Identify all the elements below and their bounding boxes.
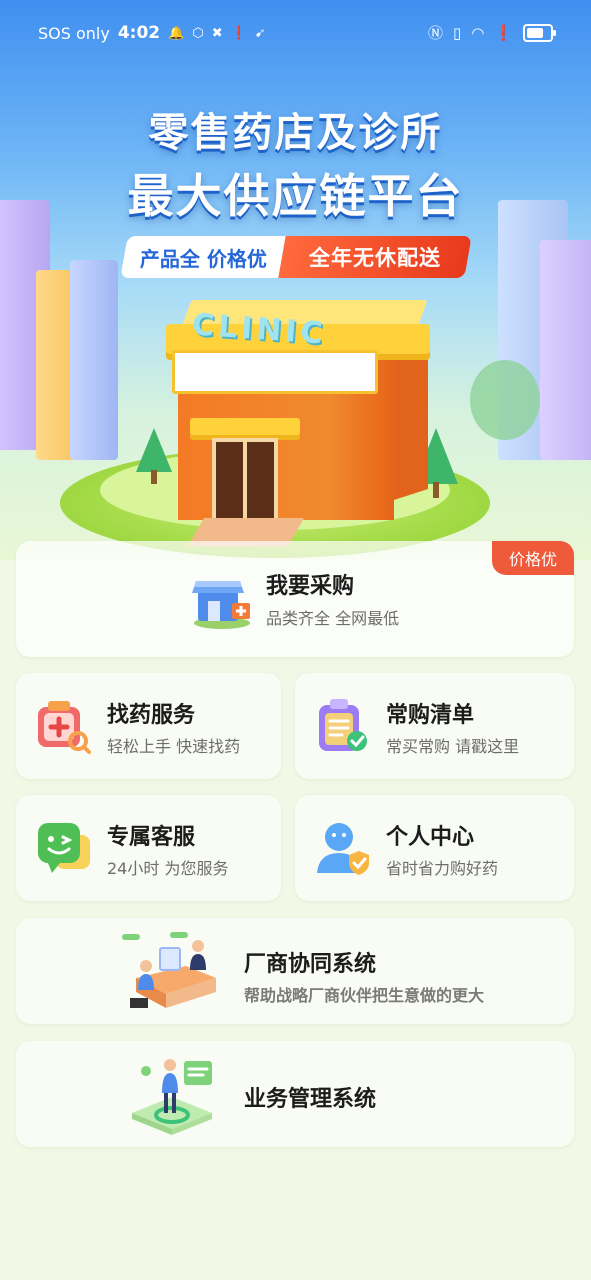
tree-left-trunk xyxy=(151,470,157,484)
chat-icon xyxy=(34,819,94,881)
clinic-sign-board xyxy=(172,350,378,394)
clinic-awning xyxy=(190,418,300,440)
alert-icon: ❗ xyxy=(230,25,247,41)
store-icon xyxy=(192,573,250,629)
user-icon xyxy=(315,819,373,881)
alert-icon-right: ❗ xyxy=(494,23,513,42)
vibrate-icon: ▯ xyxy=(452,23,462,42)
grid-card-customer-service[interactable]: 专属客服 24小时 为您服务 xyxy=(16,795,281,901)
business-title: 业务管理系统 xyxy=(244,1087,377,1112)
wifi-icon: ◠ xyxy=(471,23,485,42)
shield-icon: ⬡ xyxy=(192,25,204,41)
purchase-title: 我要采购 xyxy=(266,574,355,599)
building-right-2 xyxy=(540,240,591,460)
checklist-icon xyxy=(315,697,371,759)
business-manager-icon xyxy=(126,1053,220,1143)
hero-title-line2: 最大供应链平台 xyxy=(127,169,464,223)
grid-card-frequent-list[interactable]: 常购清单 常买常购 请戳这里 xyxy=(295,673,574,779)
bird-icon: ➹ xyxy=(254,25,266,41)
bell-icon: 🔔 xyxy=(168,25,185,41)
hero-tagline: 产品全 价格优 全年无休配送 xyxy=(120,236,472,278)
clock: 4:02 xyxy=(117,23,161,43)
manufacturer-subtitle: 帮助战略厂商伙伴把生意做的更大 xyxy=(244,986,485,1005)
grid-title-3: 专属客服 xyxy=(107,825,196,850)
office-desk-icon xyxy=(116,928,220,1020)
battery-icon xyxy=(523,23,556,42)
manufacturer-system-card[interactable]: 厂商协同系统 帮助战略厂商伙伴把生意做的更大 xyxy=(16,918,574,1024)
nfc-icon: Ⓝ xyxy=(427,24,443,42)
tag-delivery: 全年无休配送 xyxy=(309,246,442,270)
tree-left-icon xyxy=(136,428,172,472)
grid-subtitle-3: 24小时 为您服务 xyxy=(107,859,229,878)
price-badge: 价格优 xyxy=(492,541,574,575)
bush-right xyxy=(470,360,540,440)
status-bar: SOS only 4:02 🔔 ⬡ ✖ ❗ ➹ Ⓝ ▯ ◠ ❗ xyxy=(0,0,591,66)
grid-title-2: 常购清单 xyxy=(386,703,475,728)
grid-subtitle-1: 轻松上手 快速找药 xyxy=(107,737,241,756)
purchase-card[interactable]: 价格优 我要采购 品类齐全 全网最低 xyxy=(16,541,574,657)
grid-title-4: 个人中心 xyxy=(386,825,475,850)
grid-card-find-medicine[interactable]: 找药服务 轻松上手 快速找药 xyxy=(16,673,281,779)
grid-card-personal-center[interactable]: 个人中心 省时省力购好药 xyxy=(295,795,574,901)
business-system-card[interactable]: 业务管理系统 xyxy=(16,1041,574,1147)
clinic-door xyxy=(212,438,278,522)
tag-product-price: 产品全 价格优 xyxy=(139,246,267,271)
grid-subtitle-4: 省时省力购好药 xyxy=(386,859,499,878)
building-left-3 xyxy=(70,260,118,460)
vpn-icon: ✖ xyxy=(211,25,223,41)
hero-title-line1: 零售药店及诊所 xyxy=(148,110,443,156)
tree-right-trunk xyxy=(433,482,439,498)
grid-title-1: 找药服务 xyxy=(107,703,196,728)
purchase-subtitle: 品类齐全 全网最低 xyxy=(266,609,400,628)
grid-subtitle-2: 常买常购 请戳这里 xyxy=(386,737,520,756)
carrier-text: SOS only xyxy=(38,23,110,43)
manufacturer-title: 厂商协同系统 xyxy=(244,952,377,977)
medicine-search-icon xyxy=(34,697,92,759)
hero-banner: SOS only 4:02 🔔 ⬡ ✖ ❗ ➹ Ⓝ ▯ ◠ ❗ 零售药店及诊所 … xyxy=(0,0,591,560)
